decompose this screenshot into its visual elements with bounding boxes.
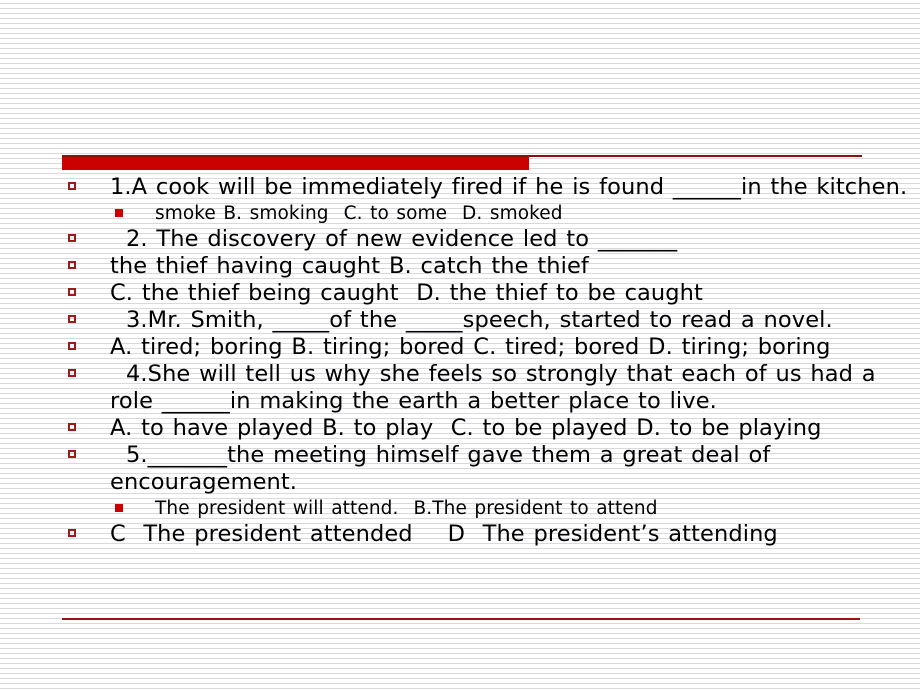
hollow-square-bullet-icon <box>68 234 76 242</box>
hollow-square-bullet-icon <box>68 369 76 377</box>
list-item-text: 4.She will tell us why she feels so stro… <box>110 361 885 414</box>
hollow-square-bullet-icon <box>68 315 76 323</box>
list-item: The president will attend. B.The preside… <box>0 496 920 521</box>
list-item: 1.A cook will be immediately fired if he… <box>0 174 920 201</box>
list-item: A. to have played B. to play C. to be pl… <box>0 415 920 442</box>
list-item: 4.She will tell us why she feels so stro… <box>0 361 920 415</box>
list-item: A. tired; boring B. tiring; bored C. tir… <box>0 334 920 361</box>
filled-square-bullet-icon <box>115 504 123 512</box>
hollow-square-bullet-icon <box>68 342 76 350</box>
title-accent-bar <box>62 157 529 170</box>
list-item-text: 1.A cook will be immediately fired if he… <box>110 174 908 200</box>
slide-body: 1.A cook will be immediately fired if he… <box>0 174 920 548</box>
list-item: the thief having caught B. catch the thi… <box>0 253 920 280</box>
list-item-text: 5._______the meeting himself gave them a… <box>110 442 780 495</box>
list-item-text: C The president attended D The president… <box>110 521 778 547</box>
list-item-text: The president will attend. B.The preside… <box>155 498 658 519</box>
list-item-text: A. to have played B. to play C. to be pl… <box>110 415 822 441</box>
list-item: 3.Mr. Smith, _____of the _____speech, st… <box>0 307 920 334</box>
hollow-square-bullet-icon <box>68 450 76 458</box>
slide-canvas: 1.A cook will be immediately fired if he… <box>0 0 920 690</box>
hollow-square-bullet-icon <box>68 182 76 190</box>
list-item: smoke B. smoking C. to some D. smoked <box>0 201 920 226</box>
list-item-text: the thief having caught B. catch the thi… <box>110 253 589 279</box>
list-item-text: 3.Mr. Smith, _____of the _____speech, st… <box>110 307 833 333</box>
list-item: C The president attended D The president… <box>0 521 920 548</box>
list-item-text: C. the thief being caught D. the thief t… <box>110 280 703 306</box>
bottom-hairline-rule <box>62 618 860 620</box>
filled-square-bullet-icon <box>115 209 123 217</box>
hollow-square-bullet-icon <box>68 529 76 537</box>
list-item: 5._______the meeting himself gave them a… <box>0 442 920 496</box>
list-item-text: A. tired; boring B. tiring; bored C. tir… <box>110 334 831 360</box>
list-item: C. the thief being caught D. the thief t… <box>0 280 920 307</box>
hollow-square-bullet-icon <box>68 261 76 269</box>
hollow-square-bullet-icon <box>68 288 76 296</box>
list-item-text: smoke B. smoking C. to some D. smoked <box>155 203 563 224</box>
list-item-text: 2. The discovery of new evidence led to … <box>110 226 678 252</box>
list-item: 2. The discovery of new evidence led to … <box>0 226 920 253</box>
hollow-square-bullet-icon <box>68 423 76 431</box>
